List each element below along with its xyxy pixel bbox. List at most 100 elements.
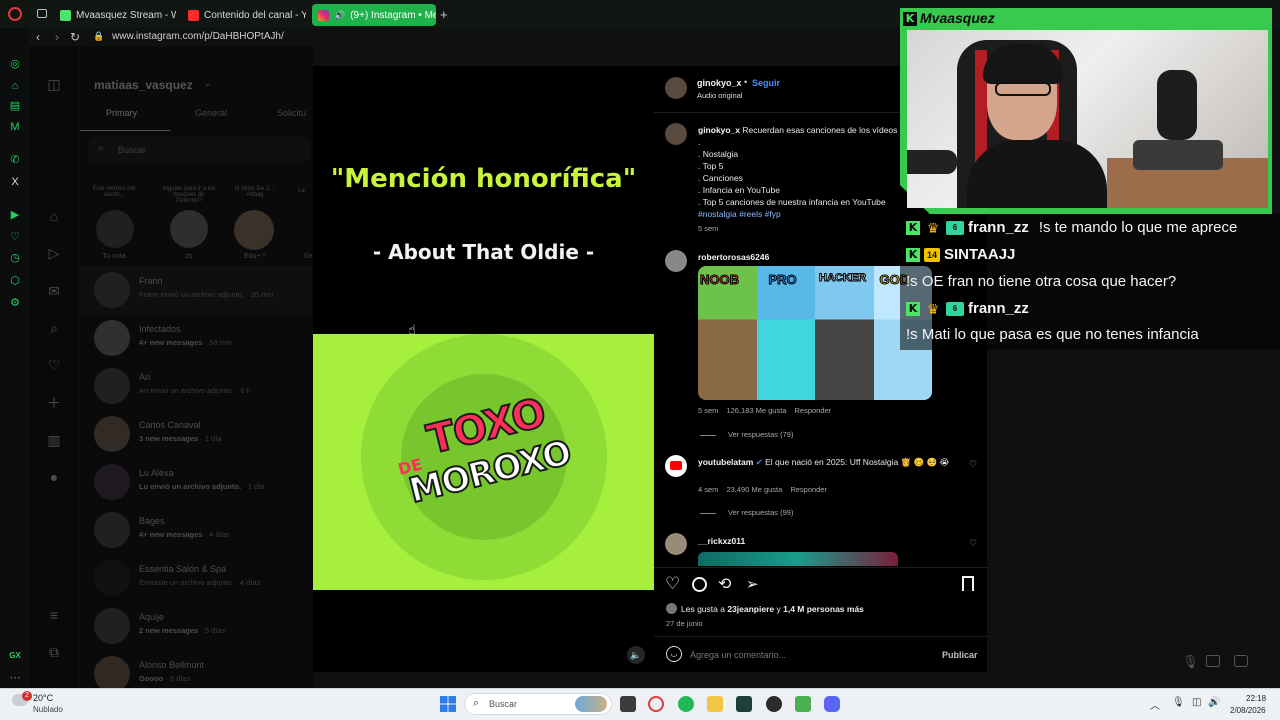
comment-input[interactable] bbox=[690, 646, 930, 664]
comment-image[interactable]: NOOB PRO HACKER GOD bbox=[698, 266, 932, 400]
network-icon[interactable]: ◫ bbox=[1192, 697, 1201, 708]
speaker-icon[interactable]: 🔊 bbox=[334, 10, 345, 21]
taskbar bbox=[0, 688, 1280, 720]
file-explorer-icon[interactable] bbox=[707, 696, 723, 712]
app-icon[interactable] bbox=[736, 696, 752, 712]
chat-text: !s OE fran no tiene otra cosa que hacer? bbox=[906, 273, 1177, 290]
url-field[interactable]: www.instagram.com/p/DaHBHOPtAJh/ bbox=[112, 31, 284, 42]
gx-logo-bottom-icon[interactable]: GX bbox=[9, 650, 21, 662]
sticker-icon[interactable] bbox=[1234, 655, 1248, 667]
tray-chevron-icon[interactable]: ︿ bbox=[1150, 697, 1160, 712]
lock-icon: 🔒 bbox=[93, 31, 105, 41]
months-badge: 14 bbox=[924, 247, 940, 262]
tab-switcher-icon[interactable] bbox=[37, 9, 47, 18]
save-bookmark-icon[interactable] bbox=[962, 576, 974, 591]
player-icon[interactable]: ▶ bbox=[9, 209, 21, 221]
opera-gx-icon[interactable] bbox=[648, 696, 664, 712]
settings-gear-icon[interactable]: ⚙ bbox=[9, 297, 21, 309]
comment-user[interactable]: robertorosas6246 bbox=[698, 252, 769, 262]
caption-time: 5 sem bbox=[698, 224, 719, 233]
gx-logo-icon[interactable] bbox=[8, 7, 22, 21]
backpack bbox=[1157, 70, 1197, 140]
comment-bubble-icon[interactable] bbox=[692, 577, 707, 592]
publish-button[interactable]: Publicar bbox=[942, 650, 978, 660]
avatar[interactable] bbox=[666, 603, 677, 614]
xbox-app-icon[interactable] bbox=[795, 696, 811, 712]
new-tab-button[interactable]: + bbox=[440, 7, 448, 22]
chat-message: K 14 SINTAAJJ bbox=[906, 246, 1015, 263]
verified-icon: ✔ bbox=[755, 457, 763, 467]
spotify-icon[interactable] bbox=[678, 696, 694, 712]
avatar[interactable] bbox=[665, 77, 687, 99]
gx-corner-icon[interactable]: ◎ bbox=[9, 58, 21, 70]
tab-instagram[interactable]: 🔊 (9+) Instagram • Mens bbox=[312, 4, 436, 26]
comment-image-partial[interactable] bbox=[698, 552, 898, 566]
chat-message: !s OE fran no tiene otra cosa que hacer? bbox=[906, 273, 1176, 290]
like-comment-icon[interactable]: ♡ bbox=[969, 538, 977, 549]
webcam-video bbox=[907, 30, 1268, 208]
tab-kick-stream[interactable]: Mvaasquez Stream - Watc bbox=[54, 4, 176, 26]
tab-youtube-studio[interactable]: Contenido del canal - YouT bbox=[182, 4, 306, 26]
chat-message: K ♛ 6 frann_zz bbox=[906, 300, 1029, 317]
more-dots-icon[interactable]: ⋯ bbox=[9, 672, 21, 684]
avatar[interactable] bbox=[665, 250, 687, 272]
repost-icon[interactable]: ⟲ bbox=[718, 574, 731, 594]
comment-meta: 5 sem 126,183 Me gusta Responder bbox=[698, 406, 832, 415]
view-replies-button[interactable]: Ver respuestas (99) bbox=[728, 508, 793, 517]
gx-messenger-icon[interactable]: M bbox=[9, 121, 21, 133]
microphone bbox=[907, 150, 957, 174]
task-view-icon[interactable] bbox=[620, 696, 636, 712]
obs-icon[interactable] bbox=[766, 696, 782, 712]
discord-icon[interactable] bbox=[824, 696, 840, 712]
chat-message: K ♛ 6 frann_zz !s te mando lo que me apr… bbox=[906, 219, 1237, 236]
pro-panel: PRO bbox=[756, 266, 815, 400]
gx-control-icon[interactable]: ⌂ bbox=[9, 80, 21, 92]
volume-icon[interactable]: 🔊 bbox=[1208, 697, 1220, 708]
search-highlight-image bbox=[575, 696, 607, 712]
avatar[interactable] bbox=[665, 123, 687, 145]
post-author[interactable]: ginokyo_x bbox=[697, 78, 742, 88]
mic-icon[interactable]: 🎙 bbox=[1182, 654, 1199, 670]
avatar[interactable] bbox=[665, 533, 687, 555]
history-icon[interactable]: ◷ bbox=[9, 252, 21, 264]
weather-desc[interactable]: Nublado bbox=[33, 705, 63, 714]
sub-badge-icon: 6 bbox=[946, 220, 964, 235]
input-divider bbox=[654, 636, 987, 637]
dot-separator: • bbox=[744, 77, 748, 87]
forward-icon[interactable]: › bbox=[55, 30, 59, 44]
emoji-icon[interactable]: ◡ bbox=[666, 646, 682, 662]
search-icon: ⌕ bbox=[473, 697, 480, 709]
gx-cleaner-icon[interactable]: ▤ bbox=[9, 100, 21, 112]
video-subtitle: - About That Oldie - bbox=[372, 240, 595, 264]
replies-line bbox=[700, 513, 716, 514]
chat-username: frann_zz bbox=[968, 219, 1029, 236]
like-heart-icon[interactable]: ♡ bbox=[665, 574, 680, 594]
share-send-icon[interactable]: ➢ bbox=[746, 575, 759, 593]
back-icon[interactable]: ‹ bbox=[36, 30, 40, 44]
kick-badge-icon: K bbox=[906, 220, 920, 235]
modal-backdrop[interactable] bbox=[30, 46, 313, 688]
tray-mic-icon[interactable]: 🎙 bbox=[1172, 697, 1185, 708]
taskbar-search[interactable]: ⌕ Buscar bbox=[464, 693, 612, 715]
x-twitter-icon[interactable]: X bbox=[9, 176, 21, 188]
chat-text: !s Mati lo que pasa es que no tenes infa… bbox=[906, 326, 1199, 343]
weather-temp[interactable]: 20°C bbox=[33, 693, 53, 703]
image-icon[interactable] bbox=[1206, 655, 1220, 667]
like-comment-icon[interactable]: ♡ bbox=[969, 459, 977, 470]
audio-label[interactable]: Audio original bbox=[697, 91, 742, 100]
heart-icon[interactable]: ♡ bbox=[9, 231, 21, 243]
extensions-icon[interactable]: ⬡ bbox=[9, 275, 21, 287]
follow-button[interactable]: Seguir bbox=[752, 78, 780, 88]
whatsapp-icon[interactable]: ✆ bbox=[9, 154, 21, 166]
likes-summary[interactable]: Les gusta a 23jeanpiere y 1,4 M personas… bbox=[681, 604, 864, 614]
reply-button[interactable]: Responder bbox=[790, 485, 827, 494]
reload-icon[interactable]: ↻ bbox=[70, 30, 80, 44]
mute-button[interactable]: 🔈 bbox=[627, 646, 645, 664]
taskbar-date[interactable]: 2/08/2026 bbox=[1230, 706, 1266, 715]
reply-button[interactable]: Responder bbox=[794, 406, 831, 415]
hashtags[interactable]: #nostalgia #reels #fyp bbox=[698, 209, 781, 219]
taskbar-time[interactable]: 22:18 bbox=[1246, 694, 1266, 703]
view-replies-button[interactable]: Ver respuestas (79) bbox=[728, 430, 793, 439]
post-date: 27 de junio bbox=[666, 619, 703, 628]
comment-user[interactable]: __rickxz011 bbox=[698, 536, 745, 546]
